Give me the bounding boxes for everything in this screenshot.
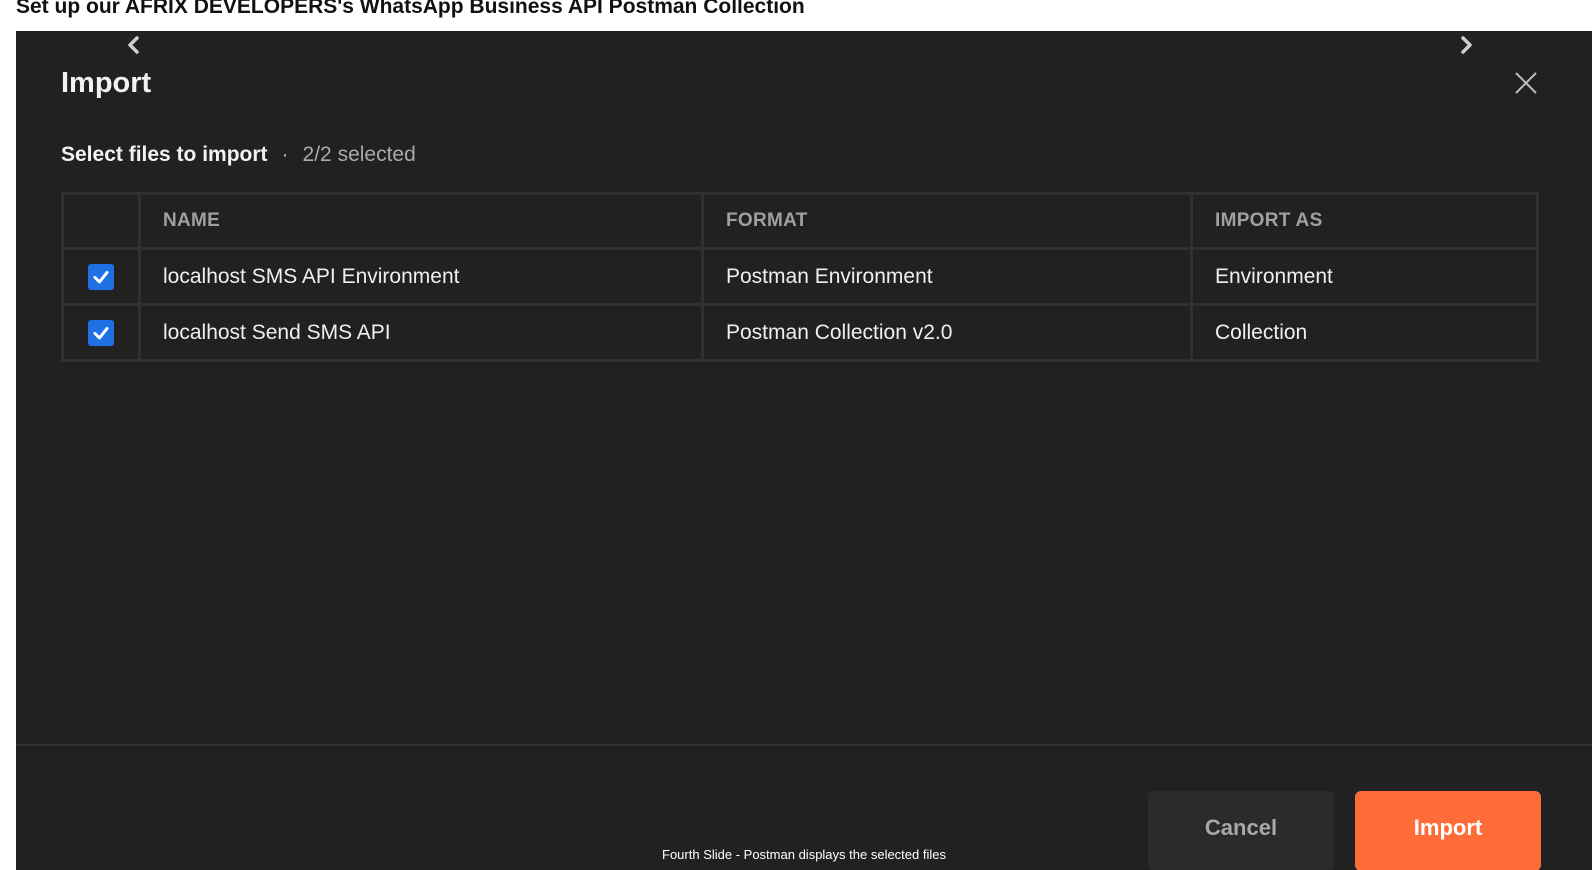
row-checkbox[interactable] [88, 319, 114, 346]
checkmark-icon [93, 326, 109, 339]
table-row: localhost Send SMS API Postman Collectio… [61, 303, 1539, 362]
table-row: localhost SMS API Environment Postman En… [61, 247, 1539, 306]
selected-count: 2/2 selected [302, 143, 416, 166]
close-button[interactable] [1512, 69, 1540, 97]
import-as-cell[interactable]: Collection [1190, 303, 1539, 362]
close-icon [1515, 72, 1537, 94]
files-table: NAME FORMAT IMPORT AS localhost SMS API … [61, 192, 1539, 362]
carousel-next-button[interactable] [1454, 33, 1478, 57]
header-checkbox-cell [61, 192, 141, 250]
dialog-title: Import [61, 67, 152, 99]
import-as-cell[interactable]: Environment [1190, 247, 1539, 306]
file-format-cell: Postman Environment [701, 247, 1193, 306]
chevron-right-icon [1461, 36, 1472, 54]
column-header-name: NAME [138, 192, 704, 250]
footer-divider [16, 744, 1592, 746]
page-heading: Set up our AFRIX DEVELOPERS's WhatsApp B… [16, 0, 805, 18]
carousel-slide: Import Select files to import · 2/2 select… [16, 31, 1592, 870]
file-name-cell: localhost SMS API Environment [138, 247, 704, 306]
column-header-import-as: IMPORT AS [1190, 192, 1539, 250]
slide-caption: Fourth Slide - Postman displays the sele… [662, 847, 946, 862]
carousel-prev-button[interactable] [122, 33, 146, 57]
file-format-cell: Postman Collection v2.0 [701, 303, 1193, 362]
row-checkbox-cell [61, 303, 141, 362]
row-checkbox-cell [61, 247, 141, 306]
selection-summary: Select files to import · 2/2 selected [61, 143, 416, 167]
file-name-cell: localhost Send SMS API [138, 303, 704, 362]
select-files-label: Select files to import [61, 143, 268, 166]
separator-dot: · [281, 143, 289, 166]
chevron-left-icon [128, 36, 139, 54]
row-checkbox[interactable] [88, 263, 114, 290]
column-header-format: FORMAT [701, 192, 1193, 250]
checkmark-icon [93, 270, 109, 283]
table-header-row: NAME FORMAT IMPORT AS [61, 192, 1539, 250]
